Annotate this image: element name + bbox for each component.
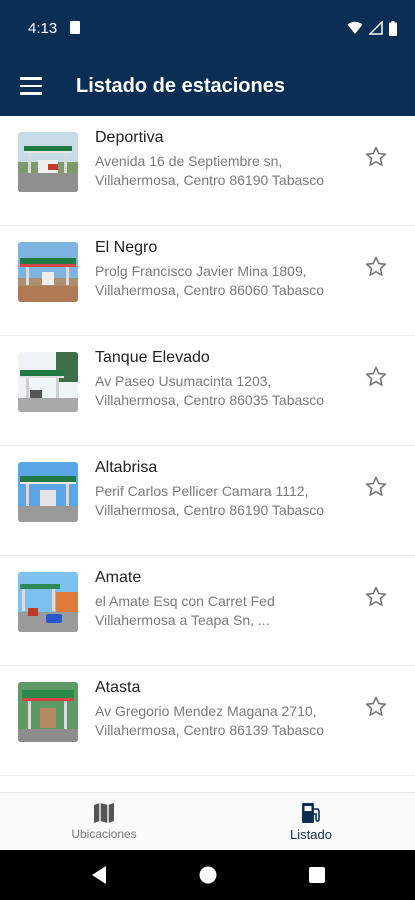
station-address: Av Paseo Usumacinta 1203, Villahermosa, … — [95, 372, 324, 410]
station-address: Perif Carlos Pellicer Camara 1112, Villa… — [95, 482, 324, 520]
station-list[interactable]: Deportiva Avenida 16 de Septiembre sn, V… — [0, 116, 415, 792]
wifi-icon — [347, 21, 363, 34]
station-name: Tanque Elevado — [95, 349, 210, 366]
station-list-item[interactable]: Tanque Elevado Av Paseo Usumacinta 1203,… — [0, 336, 415, 446]
status-icons — [347, 20, 397, 36]
station-list-item[interactable]: El Negro Prolg Francisco Javier Mina 180… — [0, 226, 415, 336]
home-icon[interactable] — [198, 865, 218, 885]
station-address-line2: Villahermosa, Centro 86190 Tabasco — [95, 502, 325, 518]
station-name: Altabrisa — [95, 459, 158, 476]
station-address-line2: Villahermosa, Centro 86035 Tabasco — [95, 392, 325, 408]
nav-tab-ubicaciones[interactable]: Ubicaciones — [0, 793, 208, 851]
station-address-line1: Av Paseo Usumacinta 1203, — [95, 373, 272, 389]
station-address-line1: Avenida 16 de Septiembre sn, — [95, 153, 283, 169]
page-title: Listado de estaciones — [76, 75, 285, 97]
station-list-item[interactable]: Deportiva Avenida 16 de Septiembre sn, V… — [0, 116, 415, 226]
station-list-item[interactable]: Altabrisa Perif Carlos Pellicer Camara 1… — [0, 446, 415, 556]
station-thumbnail — [18, 242, 78, 302]
station-name: Atasta — [95, 679, 141, 696]
nav-tab-listado[interactable]: Listado — [207, 793, 415, 851]
station-address: Prolg Francisco Javier Mina 1809, Villah… — [95, 262, 324, 300]
station-name: Deportiva — [95, 129, 164, 146]
favorite-star-icon[interactable] — [364, 585, 388, 609]
station-address: Avenida 16 de Septiembre sn, Villahermos… — [95, 152, 324, 190]
station-address-line1: el Amate Esq con Carret Fed — [95, 593, 275, 609]
battery-icon — [389, 20, 397, 36]
station-address-line2: Villahermosa, Centro 86139 Tabasco — [95, 722, 325, 738]
map-icon — [94, 803, 114, 823]
back-icon[interactable] — [90, 865, 108, 885]
status-bar: 4:13 — [0, 0, 415, 58]
station-address-line2: Villahermosa, Centro 86190 Tabasco — [95, 172, 325, 188]
recent-apps-icon[interactable] — [308, 865, 326, 885]
station-thumbnail — [18, 132, 78, 192]
favorite-star-icon[interactable] — [364, 145, 388, 169]
station-name: El Negro — [95, 239, 158, 256]
app-bar: Listado de estaciones — [0, 58, 415, 116]
station-address-line2: Villahermosa, Centro 86060 Tabasco — [95, 282, 325, 298]
station-thumbnail — [18, 572, 78, 632]
station-thumbnail — [18, 462, 78, 522]
station-address-line1: Perif Carlos Pellicer Camara 1112, — [95, 483, 309, 499]
station-thumbnail — [18, 352, 78, 412]
station-address-line1: Prolg Francisco Javier Mina 1809, — [95, 263, 307, 279]
cell-signal-icon — [369, 21, 383, 35]
favorite-star-icon[interactable] — [364, 475, 388, 499]
station-list-item[interactable]: Amate el Amate Esq con Carret Fed Villah… — [0, 556, 415, 666]
station-address-line2: Villahermosa a Teapa Sn, ... — [95, 612, 270, 628]
station-address: Av Gregorio Mendez Magana 2710, Villaher… — [95, 702, 324, 740]
favorite-star-icon[interactable] — [364, 255, 388, 279]
station-thumbnail — [18, 682, 78, 742]
bottom-navigation: Ubicaciones Listado — [0, 792, 415, 850]
nav-label-listado: Listado — [290, 827, 332, 842]
nav-label-ubicaciones: Ubicaciones — [71, 827, 137, 841]
status-time: 4:13 — [28, 20, 58, 37]
favorite-star-icon[interactable] — [364, 365, 388, 389]
station-list-item[interactable]: Atasta Av Gregorio Mendez Magana 2710, V… — [0, 666, 415, 776]
favorite-star-icon[interactable] — [364, 695, 388, 719]
system-navigation-bar — [0, 850, 415, 900]
sd-card-icon — [70, 21, 80, 34]
station-address-line1: Av Gregorio Mendez Magana 2710, — [95, 703, 317, 719]
menu-icon[interactable] — [20, 77, 42, 95]
station-name: Amate — [95, 569, 142, 586]
gas-station-icon — [302, 803, 320, 823]
station-address: el Amate Esq con Carret Fed Villahermosa… — [95, 592, 275, 630]
